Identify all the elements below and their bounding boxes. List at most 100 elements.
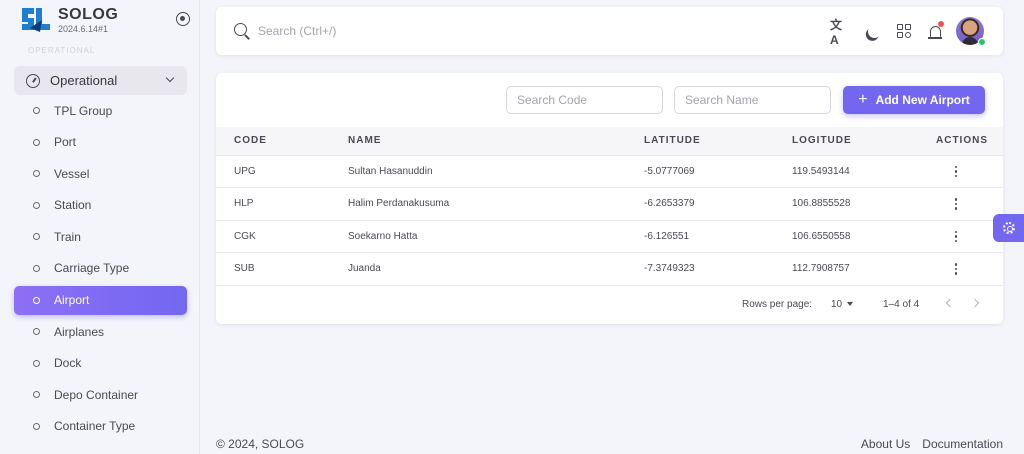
table-row[interactable]: CGK Soekarno Hatta -6.126551 106.6550558	[216, 220, 1003, 253]
column-header-code[interactable]: CODE	[216, 127, 348, 155]
search-code-input[interactable]	[506, 86, 663, 114]
circle-icon	[33, 264, 40, 272]
table-row[interactable]: UPG Sultan Hasanuddin -5.0777069 119.549…	[216, 155, 1003, 188]
add-new-airport-button[interactable]: + Add New Airport	[843, 86, 985, 114]
sidebar-item-label: Container Type	[54, 419, 136, 434]
caret-down-icon[interactable]	[847, 302, 853, 306]
sidebar-item-label: Station	[54, 198, 92, 213]
footer-links: About Us Documentation	[861, 437, 1003, 451]
circle-icon	[33, 138, 40, 146]
more-vertical-icon[interactable]	[954, 230, 957, 242]
sidebar-item-label: Depo Container	[54, 387, 139, 402]
sidebar-item-train[interactable]: Train	[14, 222, 187, 251]
circle-icon	[33, 107, 40, 114]
sidebar-pin-icon[interactable]	[176, 12, 190, 26]
brand-version: 2024.6.14#1	[58, 24, 109, 34]
sidebar: SOLOG 2024.6.14#1 OPERATIONAL Operationa…	[0, 0, 200, 454]
table-header-row: CODE NAME LATITUDE LOGITUDE ACTIONS	[216, 127, 1003, 155]
more-vertical-icon[interactable]	[954, 263, 957, 275]
more-vertical-icon[interactable]	[954, 165, 957, 177]
cell-latitude: -7.3749323	[644, 263, 695, 275]
solog-logo	[22, 8, 50, 32]
column-header-name[interactable]: NAME	[348, 127, 644, 155]
cell-longitude: 106.8855528	[792, 198, 851, 210]
nav-group-operational[interactable]: Operational	[14, 66, 187, 95]
sidebar-item-label: TPL Group	[54, 103, 113, 118]
sidebar-item-depo-container[interactable]: Depo Container	[14, 380, 187, 409]
circle-icon	[33, 233, 40, 241]
sidebar-item-label: Train	[54, 229, 81, 244]
cell-actions	[928, 155, 1003, 188]
chevron-left-icon[interactable]	[945, 298, 955, 308]
rows-per-page-label: Rows per page:	[742, 299, 813, 310]
rows-per-page-select[interactable]: 10	[831, 299, 842, 310]
sidebar-item-label: Airplanes	[54, 324, 105, 339]
sidebar-item-airport[interactable]: Airport	[14, 285, 187, 315]
sidebar-item-label: Airport	[54, 293, 90, 308]
translate-icon[interactable]: 文A	[830, 18, 850, 47]
brand[interactable]: SOLOG 2024.6.14#1	[20, 6, 190, 36]
cell-longitude: 119.5493144	[792, 165, 850, 177]
gear-icon	[1002, 222, 1015, 234]
moon-shape	[866, 23, 883, 40]
circle-icon	[33, 170, 40, 178]
about-us-link[interactable]: About Us	[861, 437, 910, 451]
search-name-input[interactable]	[674, 86, 831, 114]
dark-mode-icon[interactable]	[862, 21, 882, 41]
sidebar-item-carriage-type[interactable]: Carriage Type	[14, 254, 187, 283]
nav-list: TPL Group Port Vessel Station Train Carr…	[14, 96, 187, 444]
plus-icon: +	[858, 91, 868, 108]
notification-badge	[938, 21, 944, 27]
sidebar-item-station[interactable]: Station	[14, 191, 187, 220]
sidebar-item-label: Port	[54, 135, 77, 150]
cell-name: Soekarno Hatta	[348, 230, 418, 242]
chevron-right-icon[interactable]	[970, 298, 980, 308]
sidebar-item-vessel[interactable]: Vessel	[14, 159, 187, 188]
section-label: OPERATIONAL	[28, 46, 96, 55]
cell-name: Sultan Hasanuddin	[348, 165, 433, 177]
circle-icon	[33, 201, 40, 209]
cell-latitude: -5.0777069	[644, 165, 695, 177]
online-status-badge	[978, 38, 986, 46]
circle-icon	[33, 359, 40, 367]
cell-code: HLP	[234, 198, 254, 210]
documentation-link[interactable]: Documentation	[922, 437, 1003, 451]
cell-latitude: -6.126551	[644, 230, 690, 242]
customizer-toggle-button[interactable]	[993, 214, 1024, 242]
cell-longitude: 106.6550558	[792, 230, 851, 242]
chevron-down-icon	[165, 73, 175, 83]
column-header-latitude[interactable]: LATITUDE	[644, 127, 792, 155]
circle-icon	[33, 422, 40, 430]
sidebar-item-airplanes[interactable]: Airplanes	[14, 317, 187, 346]
column-header-longitude[interactable]: LOGITUDE	[792, 127, 928, 155]
search-icon[interactable]	[234, 23, 247, 36]
airport-table: CODE NAME LATITUDE LOGITUDE ACTIONS UPG …	[216, 127, 1003, 286]
circle-icon	[33, 391, 40, 399]
copyright: © 2024, SOLOG	[216, 437, 305, 451]
cell-code: SUB	[234, 263, 255, 275]
circle-icon	[33, 296, 40, 304]
gauge-icon	[26, 73, 40, 88]
sidebar-item-tpl-group[interactable]: TPL Group	[14, 96, 187, 125]
table-row[interactable]: HLP Halim Perdanakusuma -6.2653379 106.8…	[216, 187, 1003, 221]
cell-longitude: 112.7908757	[792, 263, 850, 275]
pagination-range: 1–4 of 4	[883, 299, 920, 310]
table-row[interactable]: SUB Juanda -7.3749323 112.7908757	[216, 252, 1003, 285]
sidebar-item-label: Carriage Type	[54, 261, 130, 276]
add-button-label: Add New Airport	[875, 93, 970, 107]
sidebar-item-label: Dock	[54, 356, 82, 371]
global-search-input[interactable]	[258, 21, 558, 41]
sidebar-item-container-type[interactable]: Container Type	[14, 412, 187, 441]
column-header-actions: ACTIONS	[936, 135, 988, 147]
cell-name: Juanda	[348, 263, 381, 275]
cell-latitude: -6.2653379	[644, 198, 695, 210]
cell-code: UPG	[234, 165, 256, 177]
shortcuts-icon[interactable]	[894, 21, 914, 41]
cell-code: CGK	[234, 230, 256, 242]
sidebar-item-port[interactable]: Port	[14, 128, 187, 157]
nav-group-label: Operational	[50, 73, 118, 88]
sidebar-item-dock[interactable]: Dock	[14, 349, 187, 378]
topbar: 文A	[216, 7, 1003, 55]
cell-actions	[928, 188, 1003, 221]
more-vertical-icon[interactable]	[954, 198, 957, 210]
